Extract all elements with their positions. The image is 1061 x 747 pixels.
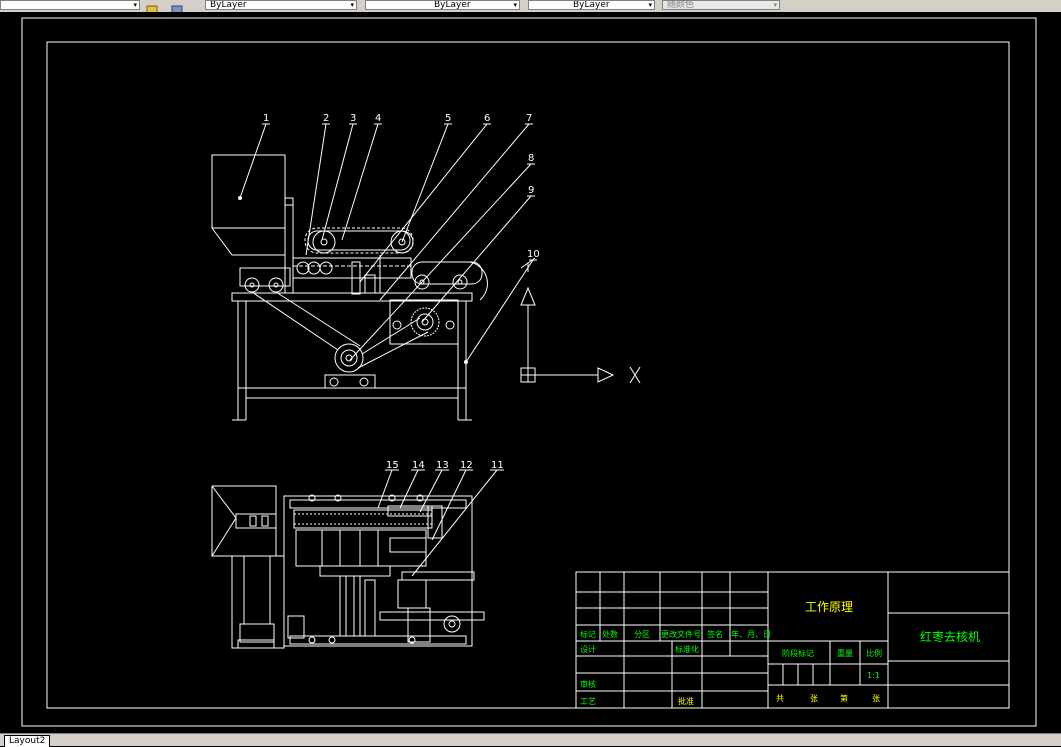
top-leaders	[377, 469, 504, 577]
label-count: 处数	[602, 629, 618, 639]
layer-state-icon[interactable]	[146, 0, 160, 12]
hopper-box	[211, 154, 286, 229]
label-zone: 分区	[634, 630, 650, 639]
part-number: 8	[528, 153, 534, 164]
layer-dropdown[interactable]: ▾	[0, 0, 140, 10]
layer-previous-icon[interactable]	[170, 0, 184, 12]
tab-layout2[interactable]: Layout2	[4, 735, 51, 747]
label-sheet-no: 第	[840, 693, 848, 703]
part-number: 9	[528, 185, 534, 196]
label-standardize: 标准化	[675, 644, 699, 654]
part-number: 13	[436, 460, 449, 471]
part-number: 11	[491, 460, 504, 471]
machine-name: 红枣去核机	[920, 629, 980, 644]
part-number: 4	[375, 113, 381, 124]
scale-value: 1:1	[867, 671, 880, 680]
label-sheet-unit1: 张	[810, 694, 818, 703]
front-view	[211, 154, 488, 421]
chevron-down-icon: ▾	[350, 1, 354, 9]
chevron-down-icon: ▾	[773, 1, 777, 9]
lineweight-dropdown[interactable]: ByLayer ▾	[528, 0, 655, 10]
part-number: 2	[323, 113, 329, 124]
layout-tab-bar: Layout2	[0, 733, 1061, 747]
label-marks: 标记	[580, 629, 596, 639]
color-value: ByLayer	[210, 0, 247, 10]
part-number: 12	[460, 460, 473, 471]
label-sheet-unit2: 张	[872, 694, 880, 703]
linetype-value: ByLayer	[434, 0, 471, 10]
chevron-down-icon: ▾	[133, 1, 137, 9]
part-number: 15	[386, 460, 399, 471]
hopper-funnel	[211, 227, 286, 256]
label-stage-mark: 阶段标记	[782, 648, 814, 658]
label-change-doc: 更改文件号	[661, 629, 701, 639]
linetype-dropdown[interactable]: ByLayer ▾	[365, 0, 520, 10]
ucs-icon	[520, 257, 641, 384]
label-process: 工艺	[580, 697, 596, 706]
label-design: 设计	[580, 644, 596, 654]
front-part-numbers: 1 2 3 4 5 6 7 8 9 10	[263, 113, 540, 260]
part-number: 14	[412, 460, 425, 471]
principle-title: 工作原理	[805, 600, 853, 614]
part-number: 7	[526, 113, 532, 124]
label-sheet-total: 共	[776, 694, 784, 703]
label-weight: 重量	[837, 648, 853, 658]
label-review: 审核	[580, 679, 596, 689]
chevron-down-icon: ▾	[648, 1, 652, 9]
part-number: 10	[527, 249, 540, 260]
title-block-text: 工作原理 红枣去核机 标记 处数 分区 更改文件号 签名 年、月、日 设计 标准…	[580, 600, 980, 706]
drawing-canvas[interactable]: 1 2 3 4 5 6 7 8 9 10 15 14 13 12 11 工作原理…	[0, 12, 1061, 732]
part-number: 3	[350, 113, 356, 124]
label-scale: 比例	[866, 648, 882, 658]
drawing-svg: 1 2 3 4 5 6 7 8 9 10 15 14 13 12 11 工作原理…	[21, 17, 1037, 727]
top-view	[211, 485, 485, 649]
lineweight-value: ByLayer	[573, 0, 610, 10]
chevron-down-icon: ▾	[513, 1, 517, 9]
label-signature: 签名	[707, 629, 723, 639]
label-date: 年、月、日	[731, 629, 771, 639]
plotstyle-dropdown[interactable]: 随颜色 ▾	[662, 0, 780, 10]
plotstyle-value: 随颜色	[667, 0, 695, 10]
part-number: 5	[445, 113, 451, 124]
top-part-numbers: 15 14 13 12 11	[386, 460, 504, 471]
label-approve: 批准	[678, 696, 694, 706]
part-number: 6	[484, 113, 490, 124]
front-leaders	[238, 123, 537, 364]
color-dropdown[interactable]: ByLayer ▾	[205, 0, 357, 10]
part-number: 1	[263, 113, 269, 124]
